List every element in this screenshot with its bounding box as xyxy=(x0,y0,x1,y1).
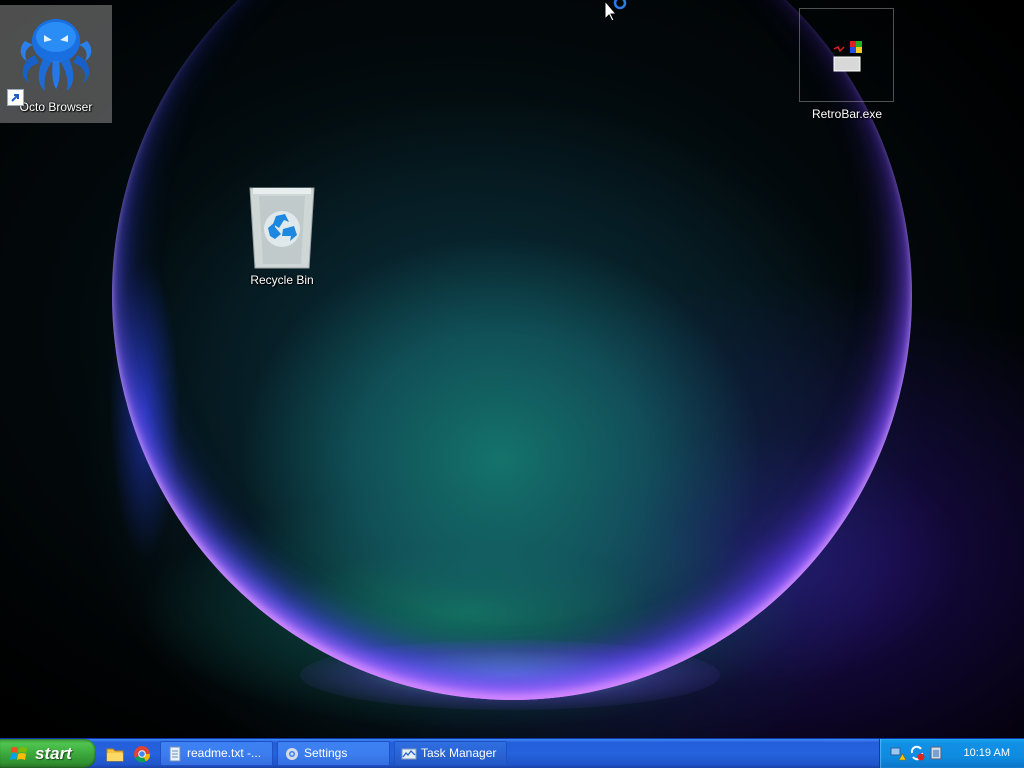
system-tray: 10:19 AM xyxy=(879,739,1024,768)
recycle-bin-icon xyxy=(249,187,315,269)
desktop-icon-label: Recycle Bin xyxy=(250,273,314,287)
taskbar-button-label: Settings xyxy=(304,746,348,760)
taskbar: start readme.txt -... Settings Task Mana… xyxy=(0,738,1024,768)
desktop-icon-label: RetroBar.exe xyxy=(811,107,883,121)
notepad-icon xyxy=(169,746,181,762)
taskbar-button-label: Task Manager xyxy=(421,746,497,760)
mouse-cursor-busy-icon xyxy=(604,0,627,22)
windows-logo-icon xyxy=(10,747,27,760)
octopus-icon xyxy=(20,19,92,91)
retrobar-exe-icon xyxy=(833,41,862,72)
wallpaper-glow-left xyxy=(110,260,180,560)
file-explorer-icon[interactable] xyxy=(104,743,126,765)
desktop[interactable]: Octo Browser RetroBar.exe Recycle Bin xyxy=(0,0,1024,738)
desktop-icon-retrobar-label-wrap: RetroBar.exe xyxy=(791,103,903,121)
network-warning-icon[interactable] xyxy=(890,745,906,761)
desktop-icon-retrobar[interactable] xyxy=(799,8,894,102)
clock[interactable]: 10:19 AM xyxy=(964,739,1010,768)
battery-icon[interactable] xyxy=(928,745,944,761)
settings-gear-icon xyxy=(286,748,298,760)
taskbar-button-task-manager[interactable]: Task Manager xyxy=(394,741,507,766)
taskbar-button-label: readme.txt -... xyxy=(187,746,262,760)
desktop-icon-recycle-bin[interactable]: Recycle Bin xyxy=(226,184,338,287)
wallpaper-glow-bottom xyxy=(300,640,720,710)
start-button[interactable]: start xyxy=(0,739,96,768)
shortcut-arrow-icon xyxy=(7,89,24,106)
taskbar-button-readme[interactable]: readme.txt -... xyxy=(160,741,273,766)
chrome-icon[interactable] xyxy=(131,743,153,765)
sync-error-icon[interactable] xyxy=(909,745,925,761)
start-label: start xyxy=(35,744,72,763)
taskbar-button-settings[interactable]: Settings xyxy=(277,741,390,766)
task-manager-icon xyxy=(401,748,417,760)
desktop-icon-octo-browser[interactable]: Octo Browser xyxy=(0,5,112,123)
